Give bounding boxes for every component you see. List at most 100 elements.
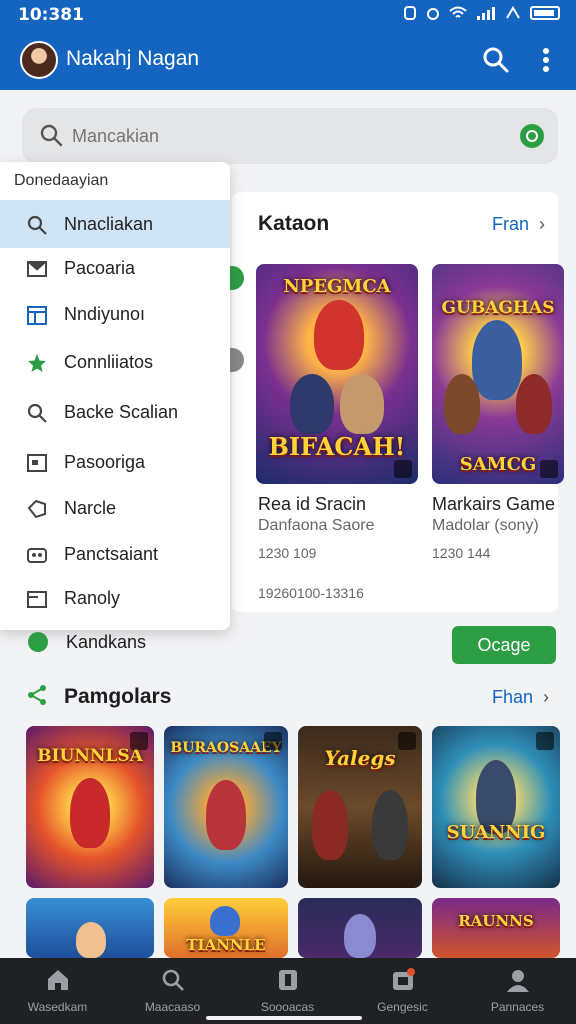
dropdown-item-label: Nnacliakan: [64, 214, 154, 234]
nfc-icon: [404, 6, 416, 20]
game-poster[interactable]: GUBAGHAS SAMCG: [432, 264, 564, 484]
hero-figure: [516, 374, 552, 434]
bottom-nav: Wasedkam Maacaaso Soooacas Gengesic Pann…: [0, 958, 576, 1024]
dropdown-item[interactable]: Panctsaiant: [0, 530, 230, 578]
game-poster[interactable]: BURAOSAAEY: [164, 726, 288, 888]
kandkans-label: Kandkans: [66, 632, 147, 652]
nav-label: Wasedkam: [27, 1000, 88, 1014]
inbox-icon: [393, 968, 415, 990]
data-icon: [506, 6, 520, 19]
search-icon[interactable]: [480, 44, 512, 76]
dropdown-item[interactable]: Connliiatos: [0, 338, 230, 386]
game-poster[interactable]: [298, 898, 422, 958]
search-bar: [22, 108, 558, 164]
kandkans-button[interactable]: Ocage: [452, 626, 556, 664]
dropdown-item[interactable]: Ranoly: [0, 574, 230, 622]
popular-more-link[interactable]: Fhan ›: [492, 687, 549, 708]
dropdown-item[interactable]: Narcle: [0, 484, 230, 532]
game-poster[interactable]: NPEGMCA BIFACAH!: [256, 264, 418, 484]
voice-search-icon[interactable]: [520, 124, 544, 148]
poster-badge-icon: [536, 732, 554, 750]
dropdown-item[interactable]: Pasooriga: [0, 438, 230, 486]
popular-more-label: Fhan: [492, 687, 534, 707]
dropdown-item[interactable]: Backe Scalian: [0, 388, 230, 436]
search-icon: [27, 215, 47, 235]
battery-icon: [530, 6, 560, 20]
hero-figure: [314, 300, 364, 370]
tag-icon: [27, 499, 46, 519]
poster-title: NPEGMCA: [283, 276, 391, 297]
nav-item-home[interactable]: Wasedkam: [0, 958, 115, 1024]
game-poster[interactable]: Yalegs: [298, 726, 422, 888]
game-count: 1230 109: [258, 545, 317, 561]
poster-badge-icon: [264, 732, 282, 750]
hero-figure: [76, 922, 106, 958]
dropdown-item-label: Pasooriga: [64, 452, 146, 472]
hero-figure: [312, 790, 348, 860]
hero-figure: [206, 780, 246, 850]
app-title: Nakahj Nagan: [66, 47, 200, 70]
nav-label: Maacaaso: [144, 1000, 201, 1014]
app-bar: Nakahj Nagan: [0, 30, 576, 90]
game-subtitle: Madolar (sony): [432, 517, 539, 534]
game-poster[interactable]: RAUNNS: [432, 898, 560, 958]
dropdown-item[interactable]: Pacoaria: [0, 244, 230, 292]
hero-figure: [372, 790, 408, 860]
hero-figure: [344, 914, 376, 958]
poster-badge-icon: [394, 460, 412, 478]
hero-figure: [70, 778, 110, 848]
game-name[interactable]: Rea id Sracin: [258, 494, 366, 515]
search-icon: [27, 403, 47, 423]
kandkans-icon: [28, 632, 48, 652]
mail-icon: [27, 261, 47, 277]
folder-icon: [27, 591, 47, 608]
signal-icon: [477, 7, 495, 20]
more-vert-icon[interactable]: [532, 44, 560, 76]
game-poster[interactable]: [26, 898, 154, 958]
game-poster[interactable]: TIANNLE: [164, 898, 288, 958]
nav-label: Soooacas: [260, 1000, 315, 1014]
dropdown-item-label: Pacoaria: [64, 258, 136, 278]
search-icon: [162, 969, 184, 991]
wifi-icon: [449, 6, 467, 18]
status-bar: 10:381: [0, 0, 576, 30]
dropdown-item-label: Nndiyunoı: [64, 304, 146, 324]
poster-badge-icon: [398, 732, 416, 750]
home-icon: [48, 970, 68, 990]
nav-item-profile[interactable]: Pannaces: [460, 958, 575, 1024]
search-icon: [40, 124, 63, 147]
game-name[interactable]: Markairs Game: [432, 494, 555, 515]
featured-more-link[interactable]: Fran ›: [492, 214, 545, 235]
date-range: 19260100-13316: [258, 585, 364, 601]
dropdown-item[interactable]: Nndiyunoı: [0, 290, 230, 338]
dropdown-item-label: Connliiatos: [64, 352, 154, 372]
chevron-right-icon: ›: [543, 687, 550, 707]
gamepad-icon: [27, 548, 47, 563]
game-poster[interactable]: BIUNNLSA: [26, 726, 154, 888]
poster-title: BIFACAH!: [268, 432, 406, 461]
dropdown-item-label: Ranoly: [64, 588, 121, 608]
tablet-icon: [279, 970, 297, 990]
game-poster[interactable]: SUANNIG: [432, 726, 560, 888]
home-indicator[interactable]: [206, 1016, 362, 1020]
poster-badge-icon: [130, 732, 148, 750]
share-icon: [28, 685, 46, 705]
hero-figure: [290, 374, 334, 434]
square-icon: [27, 454, 47, 472]
nav-item-library[interactable]: Soooacas: [230, 958, 345, 1024]
dropdown-item[interactable]: Nnacliakan: [0, 200, 230, 248]
dropdown-menu: Donedaayian Nnacliakan Pacoaria Nndiyuno…: [0, 162, 230, 630]
status-icons: [403, 6, 560, 20]
nav-label: Pannaces: [490, 1000, 545, 1014]
dropdown-item-label: Backe Scalian: [64, 402, 179, 422]
nav-item-search[interactable]: Maacaaso: [115, 958, 230, 1024]
popular-title: Pamgolars: [64, 685, 172, 708]
hero-figure: [340, 374, 384, 434]
star-icon: [28, 354, 46, 372]
avatar[interactable]: [20, 41, 58, 79]
poster-title: SUANNIG: [446, 822, 546, 843]
nav-item-games[interactable]: Gengesic: [345, 958, 460, 1024]
search-input[interactable]: [72, 122, 472, 150]
game-subtitle: Danfaona Saore: [258, 517, 375, 534]
dropdown-item-label: Narcle: [64, 498, 117, 518]
